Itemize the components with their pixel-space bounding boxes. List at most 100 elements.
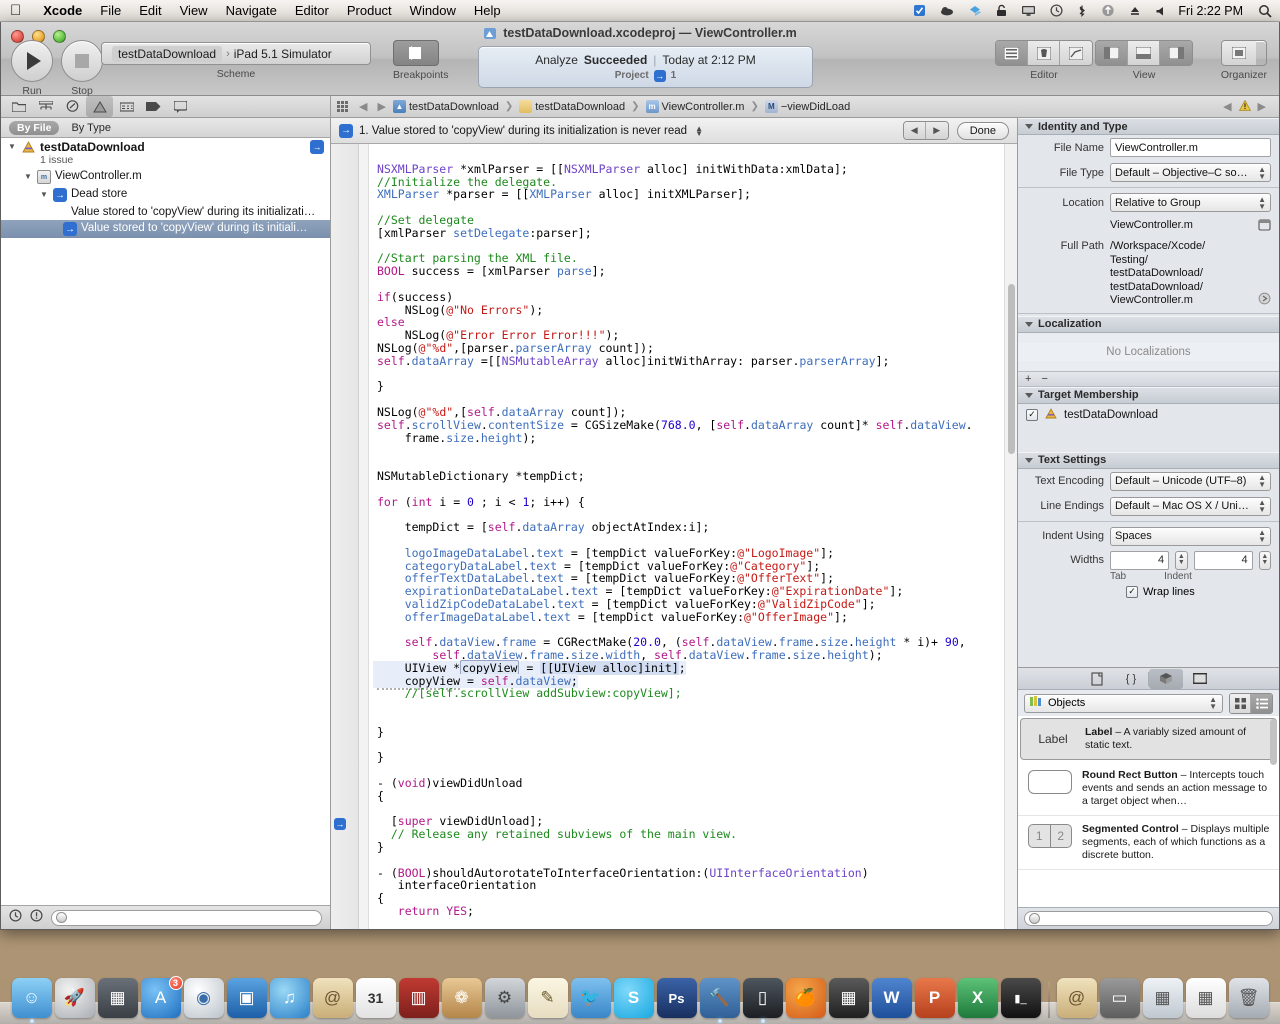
tree-row-issue-selected[interactable]: → Value stored to 'copyView' during its …: [1, 220, 330, 238]
next-step-button[interactable]: ▶: [925, 122, 948, 139]
dock-item-powerpoint[interactable]: P: [914, 978, 955, 1018]
dock-item-photo-booth[interactable]: ▥: [398, 978, 439, 1018]
cloud-icon[interactable]: [933, 4, 961, 17]
menu-item-edit[interactable]: Edit: [130, 3, 170, 18]
line-endings-select[interactable]: Default – Mac OS X / Uni… ▲ ▼: [1110, 496, 1271, 516]
library-scrollbar[interactable]: [1270, 719, 1278, 907]
wrap-lines-checkbox[interactable]: ✓: [1126, 585, 1138, 598]
menu-item-help[interactable]: Help: [465, 3, 510, 18]
breadcrumb-file[interactable]: m ViewController.m: [645, 100, 744, 113]
section-target-membership[interactable]: Target Membership: [1018, 386, 1279, 404]
done-button[interactable]: Done: [956, 121, 1009, 140]
dock-item-excel[interactable]: X: [957, 978, 998, 1018]
breadcrumb-symbol[interactable]: M −viewDidLoad: [764, 100, 850, 113]
dock-item-window-doc-3[interactable]: ▦: [1185, 978, 1226, 1018]
run-button[interactable]: [11, 40, 53, 82]
wrap-lines-row[interactable]: ✓ Wrap lines: [1018, 582, 1279, 602]
forward-arrow-icon[interactable]: ▶: [374, 100, 388, 113]
library-view-mode-buttons[interactable]: [1229, 692, 1273, 714]
scheme-target[interactable]: testDataDownload: [112, 45, 223, 62]
chevron-down-icon[interactable]: [1025, 124, 1033, 129]
code-snippet-library-tab[interactable]: { }: [1114, 669, 1148, 689]
grid-view-button[interactable]: [1230, 693, 1251, 713]
issue-step-arrows[interactable]: ◀ ▶: [902, 121, 949, 140]
dock-item-launchpad[interactable]: 🚀: [54, 978, 95, 1018]
media-library-tab[interactable]: [1183, 669, 1217, 689]
editor-gutter[interactable]: →: [331, 144, 359, 929]
activity-status-view[interactable]: Analyze Succeeded | Today at 2:12 PM Pro…: [478, 46, 813, 88]
stop-button[interactable]: [61, 40, 103, 82]
library-item-list[interactable]: Label Label – A variably sized amount of…: [1018, 716, 1279, 907]
navigator-filter-field[interactable]: [51, 909, 322, 926]
scrollbar-thumb[interactable]: [1008, 284, 1015, 454]
section-text-settings[interactable]: Text Settings: [1018, 451, 1279, 469]
organizer-button[interactable]: [1221, 41, 1256, 65]
dock-item-trash[interactable]: 🗑: [1228, 978, 1269, 1018]
file-type-select[interactable]: Default – Objective–C so… ▲ ▼: [1110, 163, 1271, 182]
issue-navigator-icon[interactable]: [86, 96, 113, 117]
library-category-select[interactable]: Objects ▲ ▼: [1024, 693, 1223, 713]
editor-scrollbar[interactable]: [1004, 144, 1017, 929]
menu-item-window[interactable]: Window: [401, 3, 465, 18]
list-view-button[interactable]: [1251, 693, 1272, 713]
toggle-navigator-button[interactable]: [1096, 41, 1128, 65]
dock-item-facetime[interactable]: ▣: [226, 978, 267, 1018]
tree-row-file[interactable]: ▼ m ViewController.m: [1, 168, 330, 186]
dock-item-ical[interactable]: 31: [355, 978, 396, 1018]
section-localization[interactable]: Localization: [1018, 315, 1279, 333]
dock-item-window-doc-2[interactable]: ▦: [1142, 978, 1183, 1018]
search-icon[interactable]: [1251, 4, 1280, 18]
dock-item-ipad-app[interactable]: ▦: [828, 978, 869, 1018]
chevron-down-icon-localization[interactable]: [1025, 321, 1033, 327]
dock-item-xcode[interactable]: 🔨: [699, 978, 740, 1023]
volume-icon[interactable]: [1148, 4, 1174, 17]
menu-item-navigate[interactable]: Navigate: [217, 3, 286, 18]
filter-by-type-button[interactable]: By Type: [71, 122, 111, 134]
choose-file-icon[interactable]: [1258, 218, 1271, 234]
log-navigator-icon[interactable]: [167, 96, 194, 117]
disclosure-triangle-icon-file[interactable]: ▼: [23, 170, 33, 184]
section-identity-and-type[interactable]: Identity and Type: [1018, 118, 1279, 135]
library-scrollbar-thumb[interactable]: [1270, 719, 1277, 765]
dock-item-itunes[interactable]: ♫: [269, 978, 310, 1018]
disclosure-triangle-icon-category[interactable]: ▼: [39, 188, 49, 202]
dock-item-finder[interactable]: ☺: [11, 978, 52, 1023]
file-name-input[interactable]: ViewController.m: [1110, 138, 1271, 157]
dock-item-window-doc-1[interactable]: ▭: [1099, 978, 1140, 1018]
library-search-field[interactable]: [1024, 911, 1273, 926]
eject-icon[interactable]: [1122, 4, 1148, 17]
assistant-editor-button[interactable]: [1028, 41, 1060, 65]
errors-only-icon[interactable]: [30, 908, 43, 927]
dock-item-mission-control[interactable]: ▦: [97, 978, 138, 1018]
dock-item-notes[interactable]: ✎: [527, 978, 568, 1018]
test-navigator-icon[interactable]: [113, 96, 140, 117]
menu-item-file[interactable]: File: [91, 3, 130, 18]
dock-item-iphone-simulator[interactable]: ▯: [742, 978, 783, 1023]
project-navigator-icon[interactable]: [5, 96, 32, 117]
chevron-down-icon-text[interactable]: [1025, 457, 1033, 463]
back-arrow-icon[interactable]: ◀: [356, 100, 370, 113]
display-icon[interactable]: [1014, 4, 1043, 17]
library-item-segmented-control[interactable]: 12 Segmented Control – Displays multiple…: [1018, 816, 1279, 870]
dock-item-terminal[interactable]: ▮_: [1000, 978, 1041, 1018]
dock-item-firefox[interactable]: 🍊: [785, 978, 826, 1018]
breadcrumb-group[interactable]: testDataDownload: [519, 100, 625, 113]
dock-item-mail-doc[interactable]: @: [1056, 978, 1097, 1018]
toggle-debug-area-button[interactable]: [1128, 41, 1160, 65]
disclosure-triangle-icon[interactable]: ▼: [7, 140, 17, 154]
file-template-library-tab[interactable]: [1080, 669, 1114, 689]
dock-item-system-preferences[interactable]: ⚙: [484, 978, 525, 1018]
dock-item-iphoto[interactable]: ❁: [441, 978, 482, 1018]
dock-item-photoshop[interactable]: Ps: [656, 978, 697, 1018]
lock-icon[interactable]: [989, 4, 1014, 17]
dock-item-adium[interactable]: 🐦: [570, 978, 611, 1018]
related-items-icon[interactable]: [337, 101, 348, 112]
target-checkbox[interactable]: ✓: [1026, 408, 1038, 421]
toggle-utilities-button[interactable]: [1160, 41, 1192, 65]
next-issue-icon[interactable]: ▶: [1255, 100, 1269, 113]
menu-item-product[interactable]: Product: [338, 3, 401, 18]
indent-using-select[interactable]: Spaces ▲ ▼: [1110, 526, 1271, 546]
reveal-in-finder-icon[interactable]: [1258, 292, 1271, 308]
dock-item-skype[interactable]: S: [613, 978, 654, 1018]
breakpoints-button[interactable]: [393, 40, 439, 66]
